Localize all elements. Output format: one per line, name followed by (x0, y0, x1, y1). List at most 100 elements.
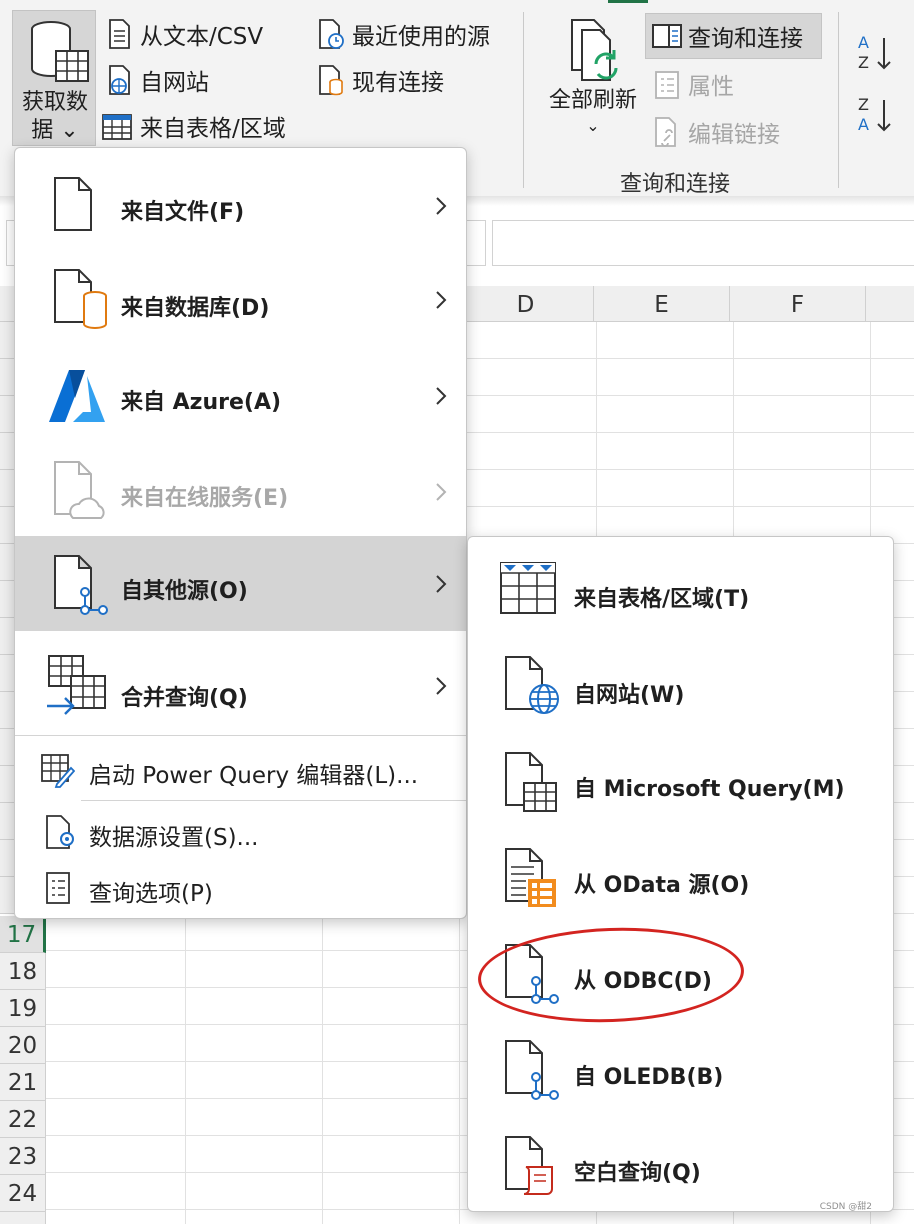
ribbon-separator (523, 12, 524, 188)
properties-button[interactable]: 属性 (652, 64, 734, 104)
edit-links-button[interactable]: 编辑链接 (652, 112, 780, 152)
refresh-all-button[interactable]: 全部刷新 ⌄ (540, 12, 646, 146)
menu-item-label: 自 OLEDB(B) (574, 1065, 724, 1090)
from-web-button[interactable]: 自网站 (104, 60, 209, 100)
get-data-label: 获取数 据 ⌄ (21, 90, 88, 143)
column-header-e[interactable]: E (594, 286, 730, 322)
web-file-icon (505, 656, 559, 714)
sort-descending-icon: Z A (858, 95, 891, 134)
menu-item-from-online-services[interactable]: 来自在线服务(E) (15, 444, 466, 540)
submenu-item-from-microsoft-query[interactable]: 自 Microsoft Query(M) (468, 735, 893, 831)
menu-item-label: 来自表格/区域(T) (574, 587, 750, 612)
column-header[interactable] (866, 286, 914, 322)
existing-connections-icon (319, 65, 343, 96)
refresh-icon (571, 19, 618, 81)
menu-item-from-other-sources[interactable]: 自其他源(O) (15, 536, 466, 631)
menu-item-label: 自网站(W) (574, 683, 685, 708)
menu-item-from-file[interactable]: 来自文件(F) (15, 154, 466, 258)
menu-divider (15, 735, 466, 736)
watermark: CSDN @甜2 (819, 1202, 872, 1212)
queries-connections-button[interactable]: 查询和连接 (650, 16, 803, 56)
refresh-all-label: 全部刷新 ⌄ (548, 88, 637, 135)
from-text-csv-label: 从文本/CSV (140, 24, 264, 50)
edit-links-label: 编辑链接 (688, 122, 780, 148)
menu-item-label: 查询选项(P) (89, 881, 213, 907)
row-header-18[interactable]: 18 (0, 953, 46, 990)
row-header-24[interactable]: 24 (0, 1175, 46, 1212)
row-header-20[interactable]: 20 (0, 1027, 46, 1064)
menu-item-label: 来自数据库(D) (121, 296, 270, 321)
row-header-19[interactable]: 19 (0, 990, 46, 1027)
chevron-right-icon (436, 677, 447, 695)
file-icon (54, 177, 92, 231)
row-header-21[interactable]: 21 (0, 1064, 46, 1101)
menu-item-label: 来自文件(F) (121, 200, 245, 225)
chevron-right-icon (436, 483, 447, 501)
menu-item-label: 从 ODBC(D) (574, 969, 712, 994)
text-file-icon (109, 19, 130, 49)
from-web-label: 自网站 (140, 70, 209, 96)
azure-icon (49, 370, 105, 422)
menu-item-label: 来自 Azure(A) (121, 390, 282, 415)
sort-za-button[interactable]: Z A (856, 92, 896, 138)
properties-icon (655, 71, 679, 99)
formula-bar-divider (464, 220, 486, 266)
from-table-range-button[interactable]: 来自表格/区域 (100, 106, 286, 146)
row-header-22[interactable]: 22 (0, 1101, 46, 1138)
ms-query-icon (505, 752, 557, 812)
data-source-settings-icon (46, 815, 74, 849)
submenu-item-from-table-range[interactable]: 来自表格/区域(T) (468, 543, 893, 639)
properties-label: 属性 (688, 74, 734, 100)
chevron-right-icon (436, 291, 447, 309)
submenu-item-from-oledb[interactable]: 自 OLEDB(B) (468, 1023, 893, 1119)
database-icon (54, 269, 107, 329)
svg-text:A: A (858, 33, 869, 52)
column-header-d[interactable]: D (458, 286, 594, 322)
chevron-right-icon (436, 197, 447, 215)
svg-text:A: A (858, 115, 869, 134)
odata-icon (505, 848, 556, 907)
sort-az-button[interactable]: A Z (856, 30, 896, 76)
other-sources-submenu: 来自表格/区域(T) 自网站(W) 自 Microsoft Query(M) 从… (467, 536, 894, 1212)
queries-group-label: 查询和连接 (620, 172, 731, 197)
from-table-range-label: 来自表格/区域 (140, 116, 286, 142)
menu-item-label: 来自在线服务(E) (121, 486, 289, 511)
formula-input[interactable] (492, 220, 914, 266)
menu-item-combine-queries[interactable]: 合并查询(Q) (15, 638, 466, 734)
chevron-right-icon (436, 574, 447, 593)
get-data-menu: 来自文件(F) 来自数据库(D) 来自 Azure(A) 来自在线服务(E) 自… (14, 147, 467, 919)
other-source-icon (54, 555, 108, 615)
existing-connections-button[interactable]: 现有连接 (316, 60, 444, 100)
recent-sources-button[interactable]: 最近使用的源 (316, 14, 490, 54)
chevron-right-icon (436, 387, 447, 405)
menu-item-label: 合并查询(Q) (121, 686, 248, 711)
menu-item-label: 启动 Power Query 编辑器(L)... (89, 763, 419, 789)
menu-item-data-source-settings[interactable]: 数据源设置(S)... (15, 804, 466, 862)
column-header-f[interactable]: F (730, 286, 866, 322)
from-text-csv-button[interactable]: 从文本/CSV (104, 14, 263, 54)
svg-text:Z: Z (858, 53, 869, 72)
menu-item-label: 自 Microsoft Query(M) (574, 777, 845, 802)
row-header-23[interactable]: 23 (0, 1138, 46, 1175)
row-header[interactable] (0, 1212, 46, 1224)
queries-pane-icon (652, 24, 682, 48)
menu-item-from-database[interactable]: 来自数据库(D) (15, 252, 466, 348)
active-tab-indicator (608, 0, 648, 3)
menu-divider (81, 800, 466, 801)
get-data-button[interactable]: 获取数 据 ⌄ (12, 10, 96, 146)
submenu-item-from-odata[interactable]: 从 OData 源(O) (468, 831, 893, 927)
menu-item-from-azure[interactable]: 来自 Azure(A) (15, 348, 466, 444)
menu-item-label: 空白查询(Q) (574, 1161, 701, 1186)
submenu-item-from-web[interactable]: 自网站(W) (468, 639, 893, 735)
blank-query-icon (505, 1136, 553, 1195)
menu-item-label: 自其他源(O) (121, 579, 248, 604)
recent-sources-icon (319, 19, 344, 49)
queries-connections-label: 查询和连接 (688, 26, 803, 52)
recent-sources-label: 最近使用的源 (352, 24, 490, 50)
menu-item-query-options[interactable]: 查询选项(P) (15, 860, 466, 916)
row-header-17[interactable]: 17 (0, 916, 46, 953)
ribbon-separator (838, 12, 839, 188)
submenu-item-from-odbc[interactable]: 从 ODBC(D) (468, 927, 893, 1023)
menu-item-launch-power-query[interactable]: 启动 Power Query 编辑器(L)... (15, 740, 466, 800)
query-options-icon (46, 872, 70, 904)
